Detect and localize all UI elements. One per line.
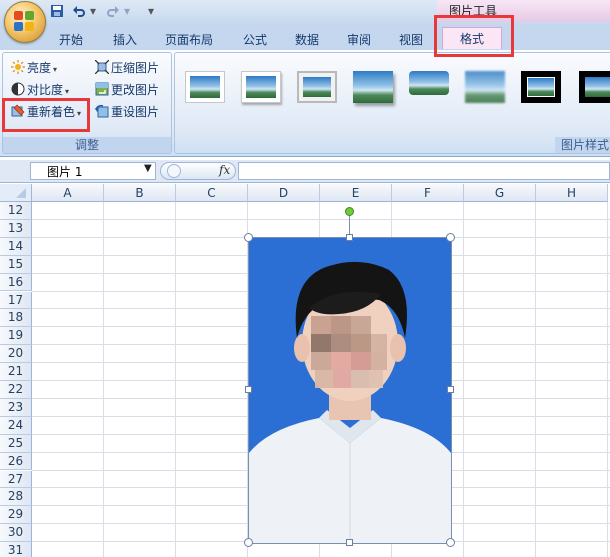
name-box[interactable]: 图片 1 <box>30 162 156 180</box>
insert-function-icon[interactable]: fx <box>219 163 230 177</box>
reset-picture-label: 重设图片 <box>111 105 160 119</box>
compress-icon <box>94 59 110 75</box>
resize-handle-bottom[interactable] <box>346 539 353 546</box>
highlight-recolor <box>2 98 90 132</box>
highlight-format-tab <box>434 15 514 57</box>
row-header[interactable]: 14 <box>0 237 32 256</box>
compress-pictures-button[interactable]: 压缩图片 <box>94 59 160 77</box>
formula-bar: 图片 1 ▼ fx <box>0 160 610 183</box>
column-header[interactable]: A <box>32 184 104 202</box>
rotate-handle[interactable] <box>345 207 354 216</box>
resize-handle-top[interactable] <box>346 234 353 241</box>
formula-input[interactable] <box>238 162 610 180</box>
office-button[interactable] <box>4 1 46 43</box>
formula-tools: fx <box>160 162 236 180</box>
column-header[interactable]: G <box>464 184 536 202</box>
ribbon-tabs: 开始 插入 页面布局 公式 数据 审阅 视图 <box>0 26 610 50</box>
tab-insert[interactable]: 插入 <box>104 30 146 50</box>
change-picture-icon <box>95 82 109 96</box>
tab-review[interactable]: 审阅 <box>338 30 380 50</box>
title-bar: ▾ ▾ ▾ 图片工具 <box>0 0 610 26</box>
photo-picture[interactable] <box>248 237 452 544</box>
row-header[interactable]: 22 <box>0 381 32 399</box>
reset-picture-icon <box>95 104 109 118</box>
row-header[interactable]: 16 <box>0 273 32 292</box>
tab-formulas[interactable]: 公式 <box>234 30 276 50</box>
row-header[interactable]: 31 <box>0 542 32 557</box>
sun-icon <box>11 60 25 74</box>
row-header[interactable]: 18 <box>0 309 32 328</box>
row-header[interactable]: 21 <box>0 363 32 381</box>
style-reflected-rounded[interactable] <box>409 71 449 103</box>
column-header[interactable]: C <box>176 184 248 202</box>
select-all-corner[interactable] <box>0 184 32 202</box>
row-header[interactable]: 30 <box>0 524 32 543</box>
style-double-frame-black[interactable] <box>521 71 561 103</box>
brightness-label: 亮度 <box>27 61 52 75</box>
row-header[interactable]: 27 <box>0 470 32 489</box>
row-header[interactable]: 26 <box>0 452 32 471</box>
row-header[interactable]: 25 <box>0 434 32 453</box>
style-simple-frame-white[interactable] <box>185 71 225 103</box>
row-header[interactable]: 19 <box>0 327 32 346</box>
tab-data[interactable]: 数据 <box>286 30 328 50</box>
ribbon: 亮度 ▾ 对比度 ▾ 重新着色 ▾ 压缩图片 更改图片 重设图片 调整 图片样式 <box>0 50 610 157</box>
row-header[interactable]: 28 <box>0 488 32 507</box>
contrast-icon <box>11 82 25 96</box>
name-box-value: 图片 1 <box>47 165 83 179</box>
column-header[interactable]: B <box>104 184 176 202</box>
save-icon[interactable] <box>50 4 64 22</box>
column-header[interactable]: H <box>536 184 608 202</box>
resize-handle-bottom-right[interactable] <box>446 538 455 547</box>
undo-dropdown-icon[interactable]: ▾ <box>90 4 96 22</box>
resize-handle-right[interactable] <box>447 386 454 393</box>
change-picture-button[interactable]: 更改图片 <box>95 81 159 99</box>
redo-icon[interactable] <box>106 4 120 22</box>
row-header[interactable]: 17 <box>0 291 32 310</box>
portrait-photo <box>249 238 451 543</box>
row-gridline <box>32 218 610 220</box>
office-logo-icon <box>14 11 36 33</box>
style-beveled-matte-white[interactable] <box>241 71 281 103</box>
style-soft-edge-rectangle[interactable] <box>465 71 505 103</box>
contrast-label: 对比度 <box>27 83 64 97</box>
style-thick-matte-black[interactable] <box>579 71 610 103</box>
customize-qat-icon[interactable]: ▾ <box>148 4 154 22</box>
row-header[interactable]: 20 <box>0 345 32 364</box>
row-header[interactable]: 13 <box>0 219 32 238</box>
resize-handle-left[interactable] <box>245 386 252 393</box>
picture-styles-group: 图片样式 <box>174 52 610 154</box>
change-picture-label: 更改图片 <box>111 83 160 97</box>
undo-icon[interactable] <box>72 4 86 22</box>
contrast-button[interactable]: 对比度 ▾ <box>11 81 69 99</box>
name-box-dropdown-icon[interactable]: ▼ <box>144 163 152 174</box>
column-header[interactable]: D <box>248 184 320 202</box>
style-metal-frame[interactable] <box>297 71 337 103</box>
column-header[interactable]: E <box>320 184 392 202</box>
redo-dropdown-icon[interactable]: ▾ <box>124 4 130 22</box>
column-header[interactable]: F <box>392 184 464 202</box>
adjust-group-label: 调整 <box>3 137 171 153</box>
resize-handle-top-left[interactable] <box>244 233 253 242</box>
row-header[interactable]: 12 <box>0 202 32 220</box>
row-header[interactable]: 29 <box>0 506 32 525</box>
tab-view[interactable]: 视图 <box>390 30 432 50</box>
tab-page-layout[interactable]: 页面布局 <box>160 30 218 50</box>
row-header[interactable]: 24 <box>0 416 32 435</box>
style-drop-shadow-rectangle[interactable] <box>353 71 393 103</box>
resize-handle-bottom-left[interactable] <box>244 538 253 547</box>
resize-handle-top-right[interactable] <box>446 233 455 242</box>
tab-home[interactable]: 开始 <box>50 30 92 50</box>
compress-label: 压缩图片 <box>111 61 160 75</box>
row-header[interactable]: 15 <box>0 255 32 274</box>
row-header[interactable]: 23 <box>0 398 32 417</box>
expand-icon[interactable] <box>167 164 181 178</box>
reset-picture-button[interactable]: 重设图片 <box>95 103 159 121</box>
brightness-button[interactable]: 亮度 ▾ <box>11 59 57 77</box>
picture-styles-group-label: 图片样式 <box>555 137 610 153</box>
